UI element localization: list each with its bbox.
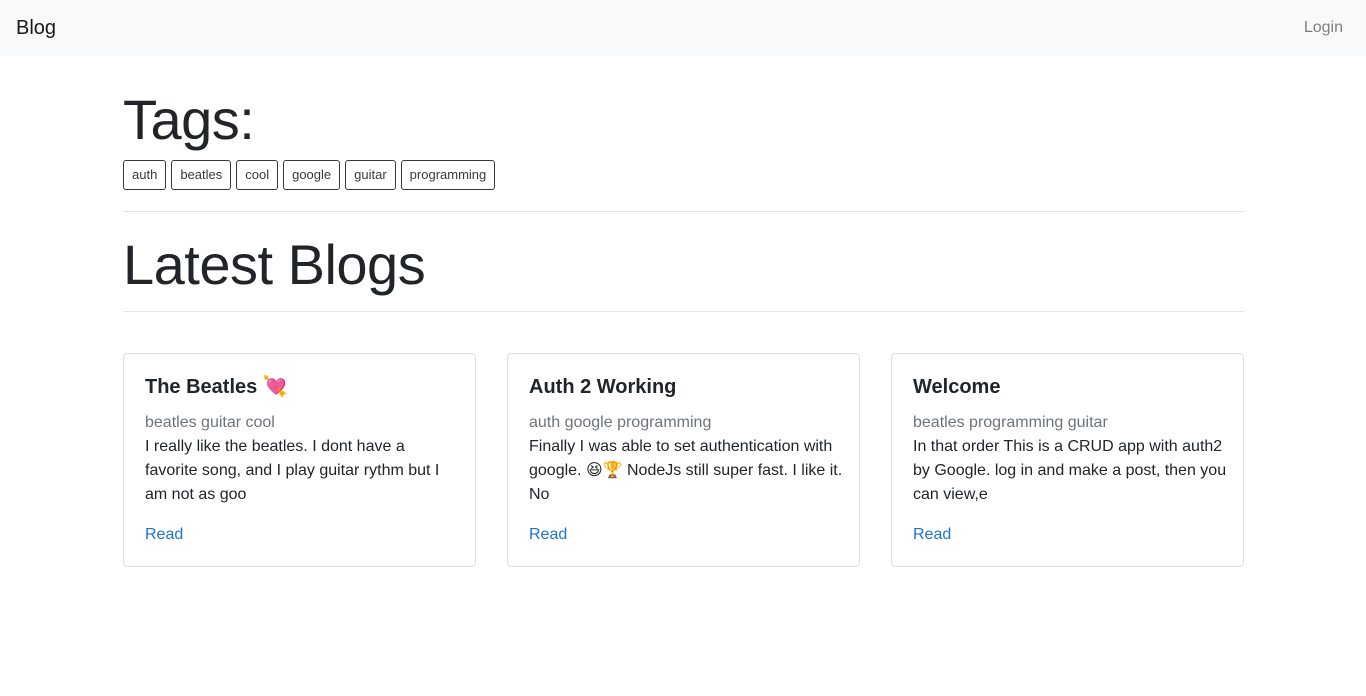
tag-button-auth[interactable]: auth [123, 160, 167, 190]
tag-button-google[interactable]: google [283, 160, 341, 190]
tag-list: auth beatles cool google guitar programm… [123, 160, 496, 190]
card-tags: auth google programming [529, 414, 712, 431]
card-excerpt: Finally I was able to set authentication… [529, 438, 843, 503]
navbar: Blog Login [0, 0, 1366, 56]
divider [123, 311, 1244, 312]
divider [123, 211, 1244, 212]
read-link[interactable]: Read [529, 524, 567, 546]
tag-button-programming[interactable]: programming [400, 160, 496, 190]
card-title: Auth 2 Working [529, 376, 677, 398]
brand-link[interactable]: Blog [16, 16, 56, 40]
card-tags: beatles programming guitar [913, 414, 1108, 431]
tag-button-cool[interactable]: cool [236, 160, 279, 190]
card-excerpt: In that order This is a CRUD app with au… [913, 438, 1227, 503]
read-link[interactable]: Read [913, 524, 951, 546]
blog-card: Welcome beatles programming guitar In th… [891, 353, 1244, 567]
tag-button-beatles[interactable]: beatles [171, 160, 232, 190]
tags-heading: Tags: [123, 88, 255, 151]
read-link[interactable]: Read [145, 524, 183, 546]
login-link[interactable]: Login [1304, 18, 1343, 38]
card-tags: beatles guitar cool [145, 414, 275, 431]
card-excerpt: I really like the beatles. I dont have a… [145, 438, 440, 503]
blog-card: The Beatles 💘 beatles guitar cool I real… [123, 353, 476, 567]
blog-card: Auth 2 Working auth google programming F… [507, 353, 860, 567]
tag-button-guitar[interactable]: guitar [345, 160, 396, 190]
card-title: The Beatles 💘 [145, 376, 288, 398]
latest-blogs-heading: Latest Blogs [123, 233, 426, 296]
card-title: Welcome [913, 376, 1001, 398]
